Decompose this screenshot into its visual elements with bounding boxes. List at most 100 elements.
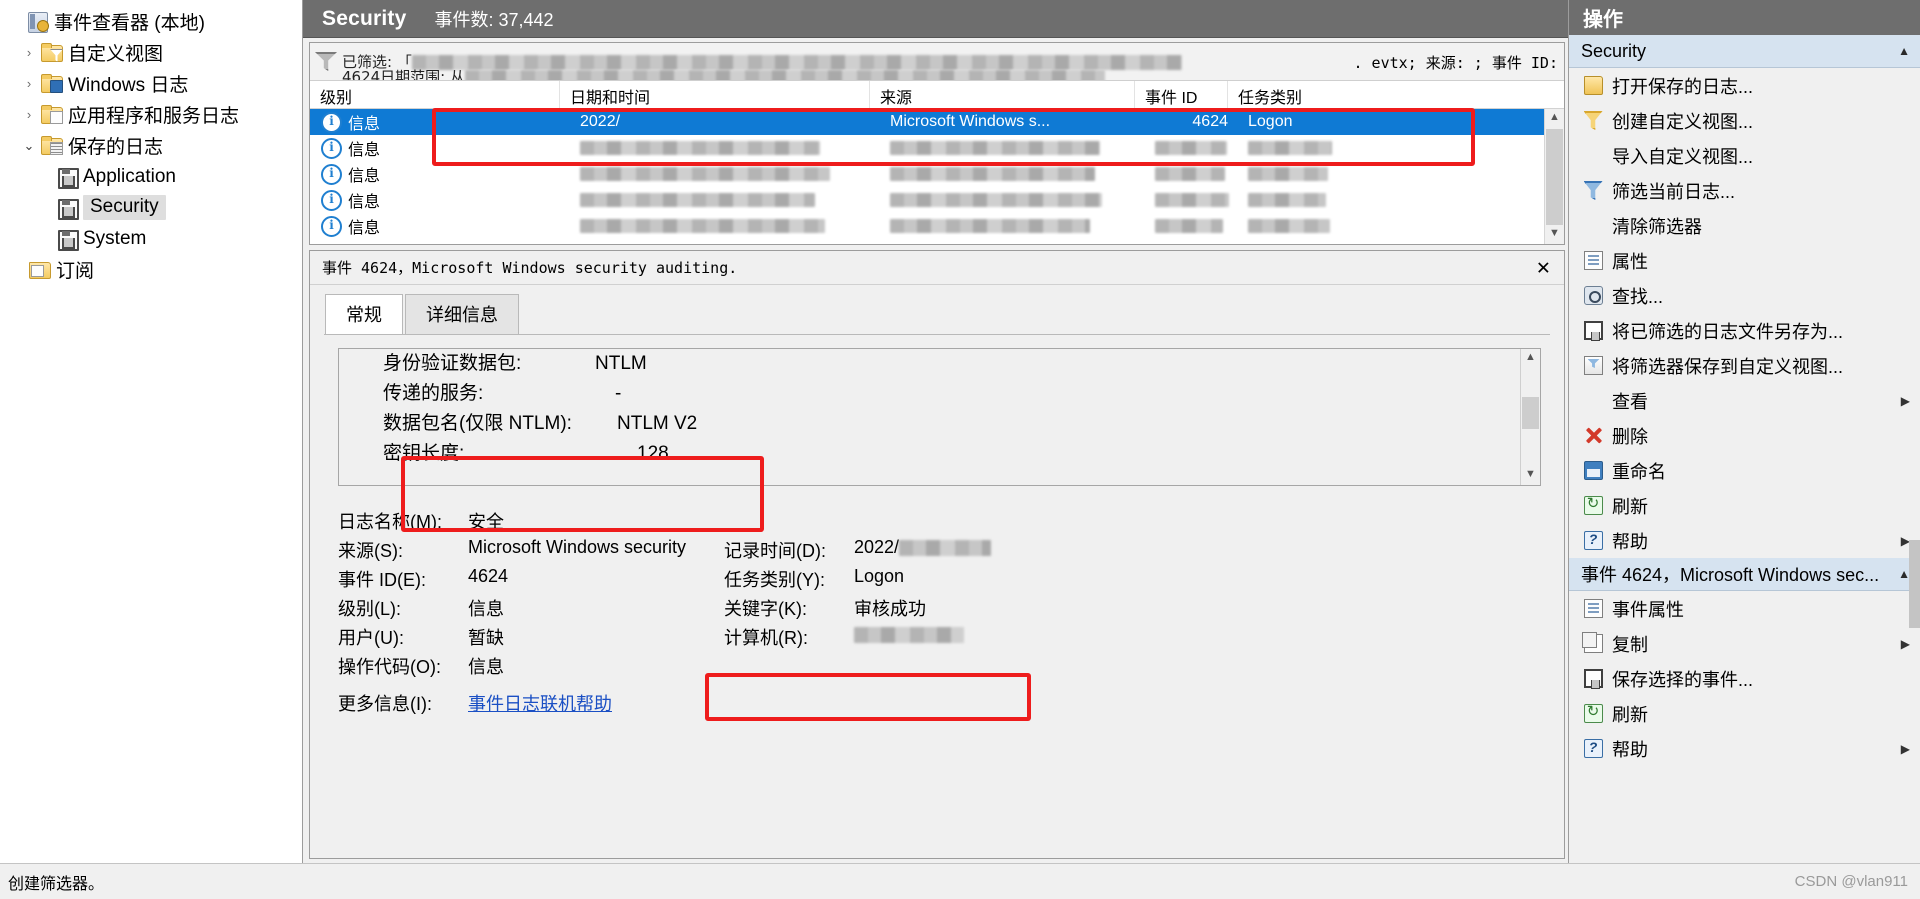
action-refresh[interactable]: 刷新	[1569, 488, 1920, 523]
message-scrollbar[interactable]: ▲ ▼	[1520, 349, 1540, 485]
action-delete[interactable]: 删除	[1569, 418, 1920, 453]
twisty-custom-views[interactable]: ›	[18, 46, 40, 59]
level-value: 信息	[468, 599, 504, 619]
close-icon[interactable]: ✕	[1537, 256, 1550, 279]
action-save-filtered-log-as[interactable]: 将已筛选的日志文件另存为...	[1569, 313, 1920, 348]
action-open-saved-log[interactable]: 打开保存的日志...	[1569, 68, 1920, 103]
actions-section-security[interactable]: Security ▲	[1569, 35, 1920, 68]
help-icon	[1579, 739, 1607, 758]
action-create-custom-view[interactable]: 创建自定义视图...	[1569, 103, 1920, 138]
table-row[interactable]: i 信息 2022/ Microsoft Windows s... 4624 L…	[310, 109, 1564, 135]
folder-page-icon	[40, 104, 63, 125]
source-label: 来源(S):	[338, 541, 403, 561]
action-label: 将筛选器保存到自定义视图...	[1612, 356, 1844, 377]
properties-icon	[1579, 599, 1607, 618]
sidebar-item-windows-logs[interactable]: › Windows 日志	[0, 68, 302, 99]
action-filter-current-log[interactable]: 筛选当前日志...	[1569, 173, 1920, 208]
message-line: 数据包名(仅限 NTLM): NTLM V2	[339, 409, 1540, 439]
folder-lines-icon	[40, 135, 63, 156]
sidebar-item-custom-views[interactable]: › 自定义视图	[0, 37, 302, 68]
watermark: CSDN @vlan911	[1794, 873, 1908, 890]
sidebar-item-system[interactable]: System	[0, 223, 302, 254]
tree-root-event-viewer[interactable]: 事件查看器 (本地)	[0, 6, 302, 37]
scrollbar-thumb[interactable]	[1522, 397, 1539, 429]
column-header-source[interactable]: 来源	[870, 81, 1135, 108]
action-properties[interactable]: 属性	[1569, 243, 1920, 278]
submenu-arrow-icon[interactable]: ▶	[1901, 394, 1910, 408]
scroll-up-icon[interactable]: ▲	[1521, 349, 1540, 368]
event-count-label: 事件数: 37,442	[434, 9, 554, 30]
event-detail-pane: 事件 4624，Microsoft Windows security audit…	[309, 250, 1565, 859]
scrollbar-thumb[interactable]	[1546, 129, 1563, 237]
submenu-arrow-icon[interactable]: ▶	[1901, 637, 1910, 651]
detail-tabs[interactable]: 常规 详细信息	[310, 285, 1564, 334]
action-save-filter-to-custom-view[interactable]: 将筛选器保存到自定义视图...	[1569, 348, 1920, 383]
tab-details[interactable]: 详细信息	[405, 294, 519, 334]
scroll-up-icon[interactable]: ▲	[1545, 109, 1564, 128]
cell-level: 信息	[348, 194, 381, 211]
action-event-properties[interactable]: 事件属性	[1569, 591, 1920, 626]
scroll-down-icon[interactable]: ▼	[1521, 466, 1540, 485]
action-help[interactable]: 帮助 ▶	[1569, 523, 1920, 558]
cell-level: 信息	[348, 168, 381, 185]
sidebar-item-app-service-logs[interactable]: › 应用程序和服务日志	[0, 99, 302, 130]
event-detail-title-bar: 事件 4624，Microsoft Windows security audit…	[310, 251, 1564, 285]
table-row[interactable]: i 信息	[310, 187, 1564, 213]
twisty-saved-logs[interactable]: ⌄	[18, 139, 40, 152]
log-name-value: 安全	[468, 512, 504, 532]
console-tree-pane[interactable]: 事件查看器 (本地) › 自定义视图 › Windows 日志 › 应用程序和服…	[0, 0, 303, 863]
event-message-box[interactable]: 身份验证数据包: NTLM 传递的服务: - 数据包名(仅限 NTLM): NT…	[338, 348, 1541, 486]
sidebar-item-security[interactable]: Security	[0, 192, 302, 223]
action-clear-filter[interactable]: 清除筛选器	[1569, 208, 1920, 243]
cell-task-redacted	[1248, 192, 1326, 207]
table-row[interactable]: i 信息	[310, 135, 1564, 161]
action-import-custom-view[interactable]: 导入自定义视图...	[1569, 138, 1920, 173]
column-header-level[interactable]: 级别	[310, 81, 560, 108]
action-refresh-event[interactable]: 刷新	[1569, 696, 1920, 731]
sidebar-item-saved-logs[interactable]: ⌄ 保存的日志	[0, 130, 302, 161]
cell-task-category: Logon	[1248, 113, 1293, 130]
event-list-rows[interactable]: i 信息 2022/ Microsoft Windows s... 4624 L…	[310, 109, 1564, 244]
key-length-label: 密钥长度:	[383, 443, 465, 464]
event-list-scrollbar[interactable]: ▲ ▼	[1544, 109, 1564, 244]
sidebar-item-subscriptions[interactable]: 订阅	[0, 254, 302, 285]
field-row-source: 来源(S): Microsoft Windows security 记录时间(D…	[338, 537, 1550, 566]
filter-bar[interactable]: 已筛选: 「 4624日期范围: 从 . evtx; 来源: ; 事件 ID:	[310, 43, 1564, 81]
event-list-columns[interactable]: 级别 日期和时间 来源 事件 ID 任务类别	[310, 81, 1564, 109]
action-copy[interactable]: 复制 ▶	[1569, 626, 1920, 661]
column-header-task-category[interactable]: 任务类别	[1228, 81, 1564, 108]
scroll-down-icon[interactable]: ▼	[1545, 225, 1564, 244]
table-row[interactable]: i 信息	[310, 213, 1564, 239]
actions-section-event[interactable]: 事件 4624，Microsoft Windows sec... ▲	[1569, 558, 1920, 591]
submenu-arrow-icon[interactable]: ▶	[1901, 742, 1910, 756]
action-save-selected-events[interactable]: 保存选择的事件...	[1569, 661, 1920, 696]
filter-redacted-1	[411, 54, 1182, 70]
tab-general[interactable]: 常规	[325, 294, 403, 334]
action-help-event[interactable]: 帮助 ▶	[1569, 731, 1920, 766]
sidebar-item-label-windows-logs: Windows 日志	[68, 75, 189, 96]
action-view[interactable]: 查看 ▶	[1569, 383, 1920, 418]
field-row-level: 级别(L): 信息 关键字(K): 审核成功	[338, 595, 1550, 624]
event-log-online-help-link[interactable]: 事件日志联机帮助	[468, 690, 698, 716]
action-label: 清除筛选器	[1612, 216, 1702, 237]
sidebar-item-application[interactable]: Application	[0, 161, 302, 192]
sidebar-item-label-system: System	[83, 227, 147, 249]
event-viewer-window: 事件查看器 (本地) › 自定义视图 › Windows 日志 › 应用程序和服…	[0, 0, 1920, 899]
chevron-up-icon[interactable]: ▲	[1898, 44, 1910, 58]
action-rename[interactable]: 重命名	[1569, 453, 1920, 488]
field-row-log-name: 日志名称(M): 安全	[338, 508, 1550, 537]
action-find[interactable]: 查找...	[1569, 278, 1920, 313]
twisty-app-service-logs[interactable]: ›	[18, 108, 40, 121]
save-icon	[1579, 669, 1607, 689]
column-header-event-id[interactable]: 事件 ID	[1135, 81, 1228, 108]
cell-level: 信息	[348, 220, 381, 237]
table-row[interactable]: i 信息	[310, 161, 1564, 187]
logged-label: 记录时间(D):	[724, 541, 826, 561]
actions-section-security-title: Security	[1581, 40, 1647, 61]
twisty-windows-logs[interactable]: ›	[18, 77, 40, 90]
information-icon: i	[321, 215, 342, 237]
action-label: 删除	[1612, 426, 1648, 447]
cell-datetime-redacted	[580, 166, 830, 181]
column-header-datetime[interactable]: 日期和时间	[560, 81, 870, 108]
actions-scrollbar-thumb[interactable]	[1909, 540, 1920, 628]
